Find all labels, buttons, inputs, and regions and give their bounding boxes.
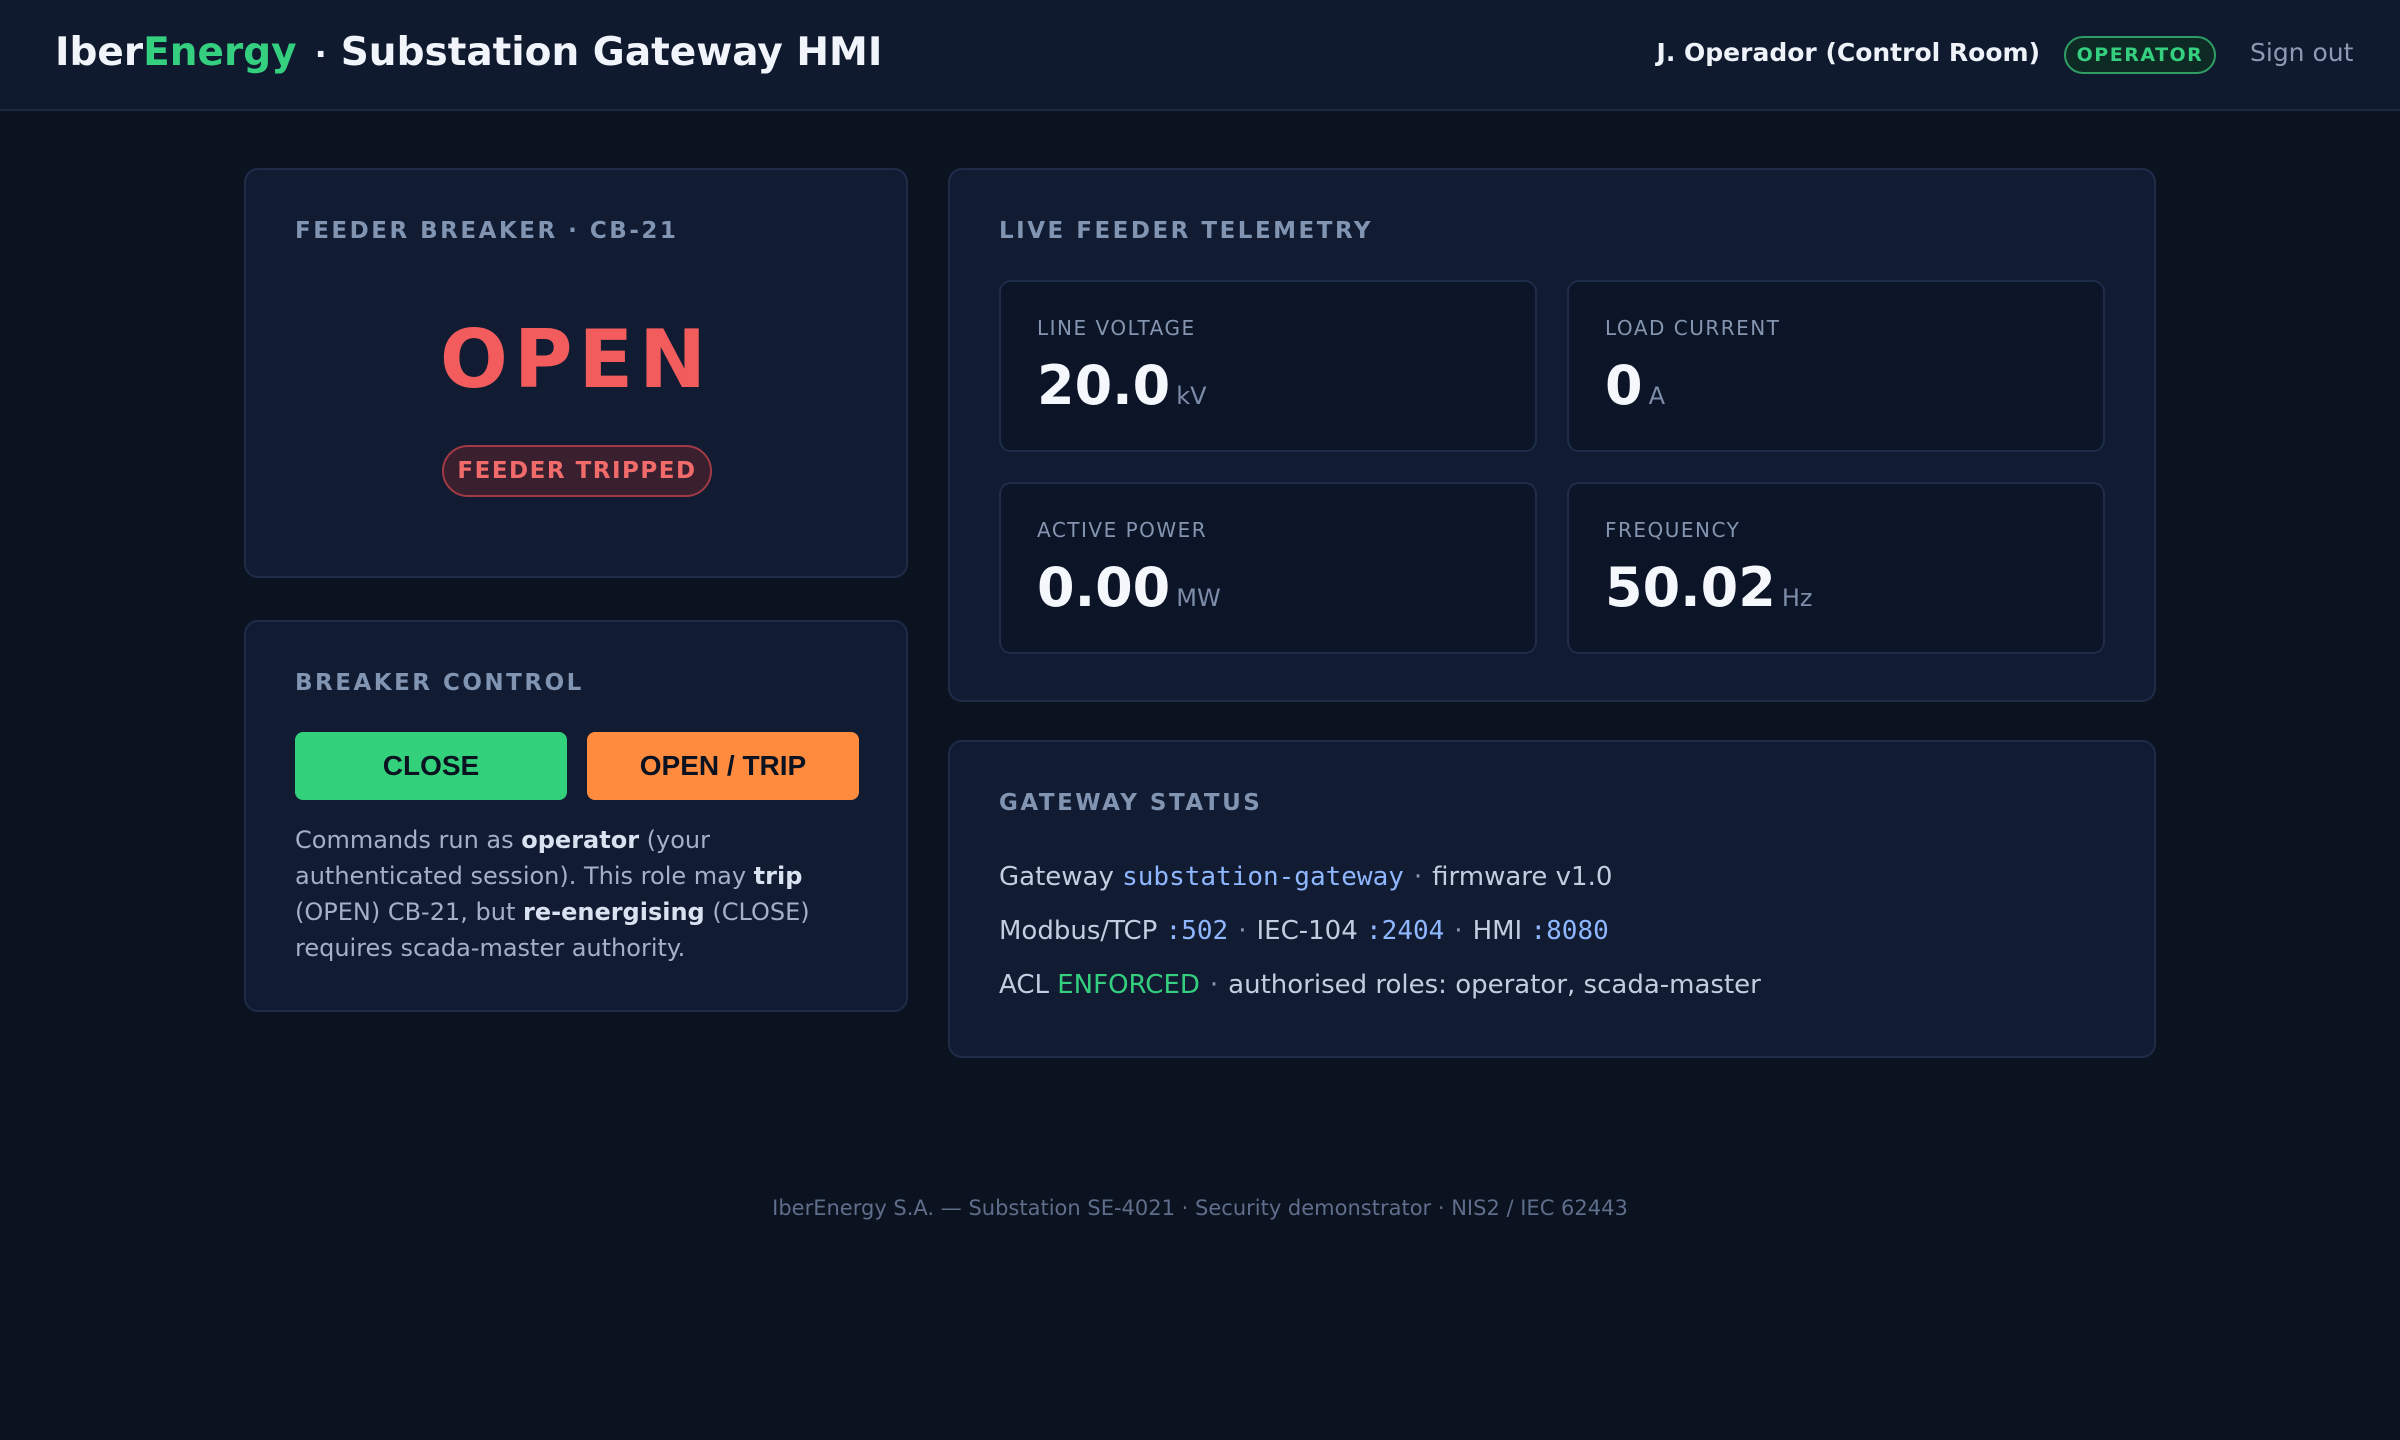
metric-number: 50.02 bbox=[1605, 556, 1776, 619]
protocol-ports-line: Modbus/TCP :502 · IEC-104 :2404 · HMI :8080 bbox=[999, 916, 1609, 946]
role-badge: OPERATOR bbox=[2064, 36, 2216, 74]
line-voltage-tile: LINE VOLTAGE 20.0 kV bbox=[999, 280, 1537, 452]
authorised-roles: authorised roles: operator, scada-master bbox=[1228, 970, 1761, 1000]
feeder-breaker-card: FEEDER BREAKER · CB-21 OPEN FEEDER TRIPP… bbox=[244, 168, 908, 578]
hmi-port: :8080 bbox=[1530, 916, 1609, 946]
modbus-label: Modbus/TCP bbox=[999, 916, 1158, 946]
metric-unit: A bbox=[1648, 382, 1665, 410]
acl-status: ENFORCED bbox=[1057, 970, 1200, 1000]
line-voltage-value: 20.0 kV bbox=[1037, 354, 1207, 417]
telemetry-title: LIVE FEEDER TELEMETRY bbox=[999, 218, 1374, 244]
breaker-state: OPEN bbox=[439, 313, 713, 406]
separator: · bbox=[1209, 970, 1219, 1000]
app-title: Substation Gateway HMI bbox=[340, 30, 883, 75]
metric-label: LINE VOLTAGE bbox=[1037, 316, 1196, 340]
metric-number: 0 bbox=[1605, 354, 1643, 417]
iec104-port: :2404 bbox=[1366, 916, 1445, 946]
permission-note: Commands run as operator (your authentic… bbox=[295, 822, 875, 966]
load-current-tile: LOAD CURRENT 0A bbox=[1567, 280, 2105, 452]
metric-number: 20.0 bbox=[1037, 354, 1171, 417]
separator: · bbox=[1454, 916, 1463, 946]
feeder-breaker-title: FEEDER BREAKER · CB-21 bbox=[295, 218, 679, 244]
iec104-label: IEC-104 bbox=[1256, 916, 1358, 946]
gateway-info-line: Gateway substation-gateway · firmware v1.0 bbox=[999, 862, 1612, 892]
metric-unit: MW bbox=[1176, 584, 1221, 612]
metric-unit: Hz bbox=[1781, 584, 1813, 612]
brand-name-part2: Energy bbox=[143, 30, 297, 75]
breaker-control-title: BREAKER CONTROL bbox=[295, 670, 584, 696]
separator: · bbox=[1413, 862, 1423, 892]
brand-separator: · bbox=[314, 35, 327, 73]
top-bar: IberEnergy · Substation Gateway HMI J. Ope… bbox=[0, 0, 2400, 111]
user-name: J. Operador (Control Room) bbox=[1656, 38, 2040, 67]
note-trip: trip bbox=[753, 862, 803, 890]
sign-out-link[interactable]: Sign out bbox=[2250, 38, 2353, 67]
gateway-label: Gateway bbox=[999, 862, 1114, 892]
metric-unit: kV bbox=[1176, 382, 1207, 410]
gateway-status-title: GATEWAY STATUS bbox=[999, 790, 1263, 816]
frequency-tile: FREQUENCY 50.02 Hz bbox=[1567, 482, 2105, 654]
acl-label: ACL bbox=[999, 970, 1049, 1000]
feeder-tripped-badge: FEEDER TRIPPED bbox=[442, 445, 712, 497]
hmi-label: HMI bbox=[1472, 916, 1523, 946]
app-brand: IberEnergy · Substation Gateway HMI bbox=[55, 30, 882, 75]
live-telemetry-card: LIVE FEEDER TELEMETRY LINE VOLTAGE 20.0 k… bbox=[948, 168, 2156, 702]
modbus-port: :502 bbox=[1165, 916, 1229, 946]
load-current-value: 0A bbox=[1605, 354, 1665, 417]
gateway-status-card: GATEWAY STATUS Gateway substation-gatewa… bbox=[948, 740, 2156, 1058]
gateway-host: substation-gateway bbox=[1122, 862, 1404, 892]
note-text-1: Commands run as bbox=[295, 826, 522, 854]
note-role: operator bbox=[521, 826, 640, 854]
firmware-version: firmware v1.0 bbox=[1432, 862, 1613, 892]
close-breaker-button[interactable]: CLOSE bbox=[295, 732, 567, 800]
breaker-control-card: BREAKER CONTROL CLOSE OPEN / TRIP Comman… bbox=[244, 620, 908, 1012]
active-power-tile: ACTIVE POWER 0.00 MW bbox=[999, 482, 1537, 654]
metric-number: 0.00 bbox=[1037, 556, 1171, 619]
metric-label: FREQUENCY bbox=[1605, 518, 1741, 542]
metric-label: ACTIVE POWER bbox=[1037, 518, 1208, 542]
brand-name-part1: Iber bbox=[55, 30, 144, 75]
active-power-value: 0.00 MW bbox=[1037, 556, 1221, 619]
trip-breaker-button[interactable]: OPEN / TRIP bbox=[587, 732, 859, 800]
note-text-3: (OPEN) CB-21, but bbox=[295, 898, 523, 926]
metric-label: LOAD CURRENT bbox=[1605, 316, 1781, 340]
page-footer: IberEnergy S.A. — Substation SE-4021 · S… bbox=[772, 1196, 1628, 1220]
acl-line: ACL ENFORCED · authorised roles: operator,… bbox=[999, 970, 1761, 1000]
note-reenergising: re-energising bbox=[523, 898, 705, 926]
frequency-value: 50.02 Hz bbox=[1605, 556, 1812, 619]
separator: · bbox=[1238, 916, 1247, 946]
